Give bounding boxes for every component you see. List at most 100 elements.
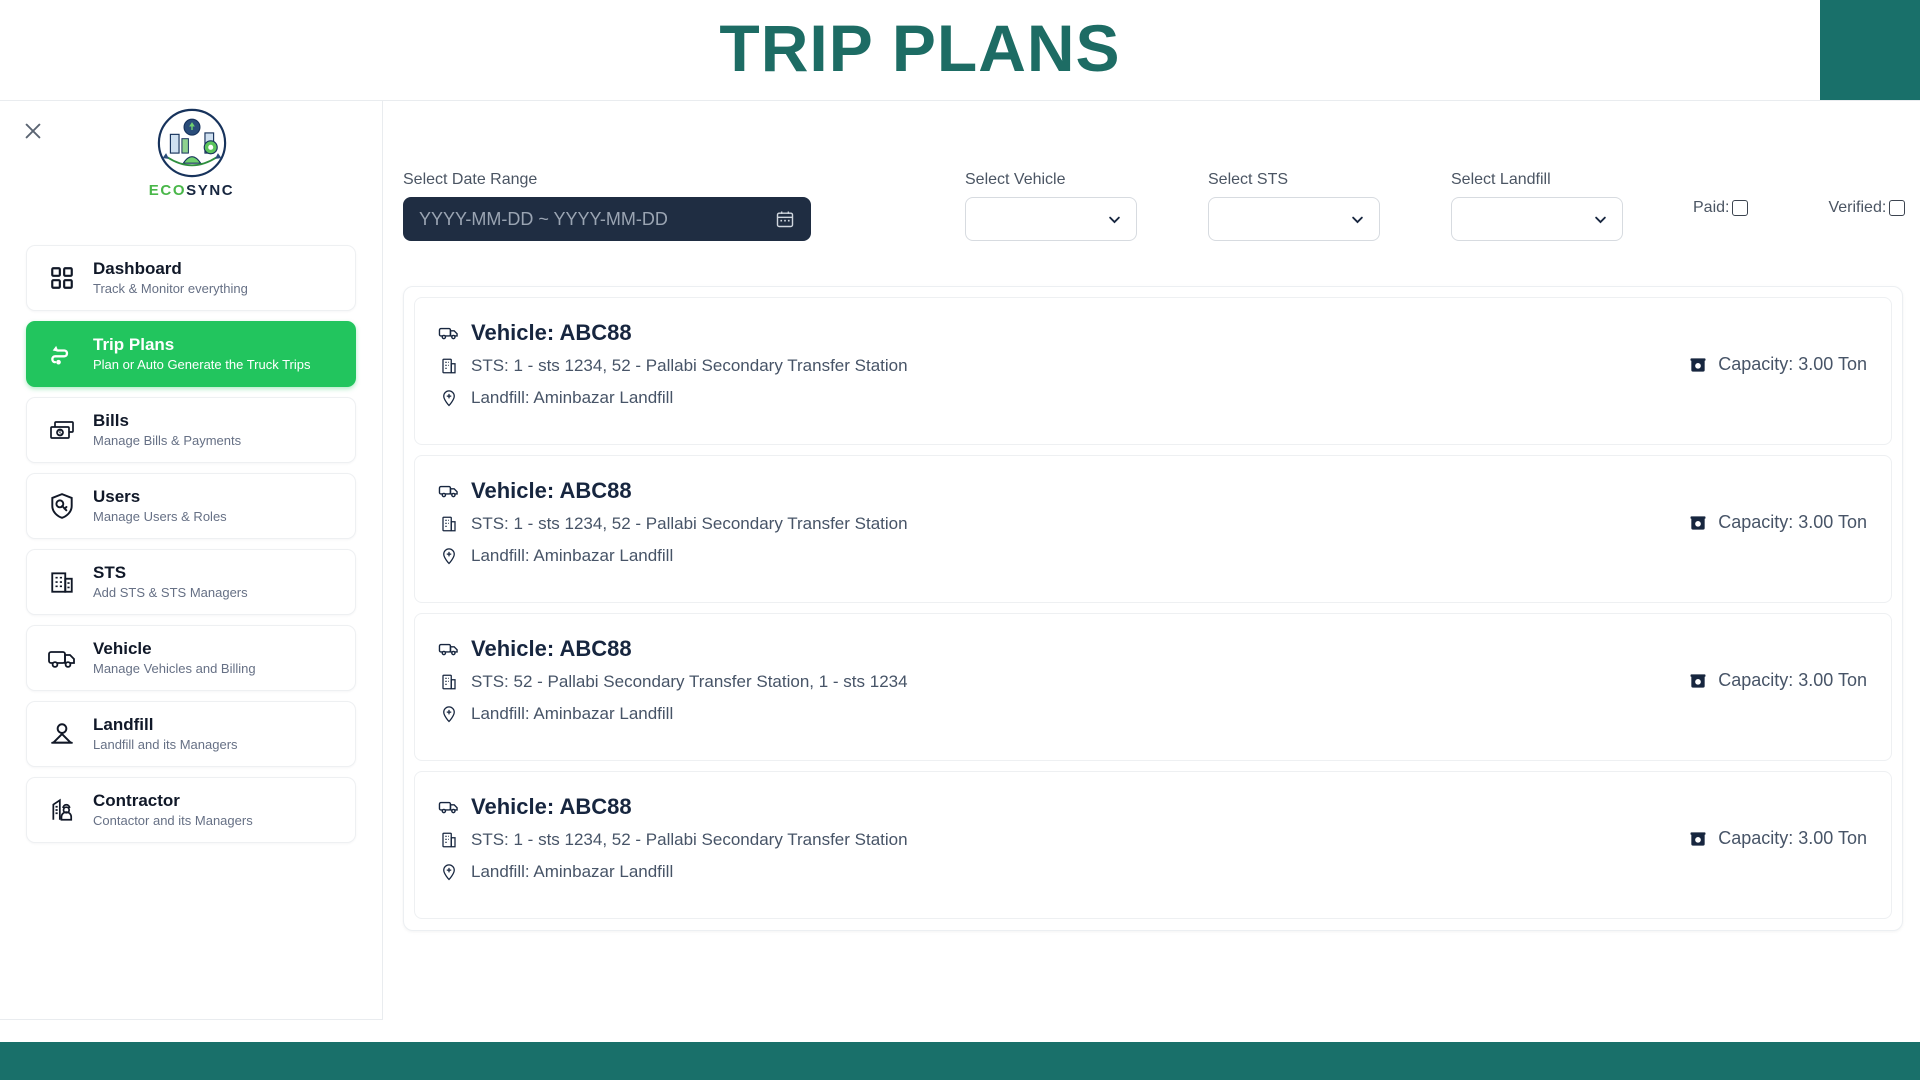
trip-vehicle-row: Vehicle: ABC88 [437, 632, 1869, 666]
trip-capacity-text: Capacity: 3.00 Ton [1718, 512, 1867, 532]
building-icon [437, 830, 461, 850]
sidebar-item-dashboard[interactable]: Dashboard Track & Monitor everything [26, 245, 356, 311]
person-pin-icon [45, 717, 79, 751]
sidebar-item-title: Dashboard [93, 259, 182, 278]
verified-checkbox[interactable] [1889, 200, 1906, 216]
page-title: TRIP PLANS [719, 11, 1121, 85]
chevron-down-icon [1350, 212, 1365, 227]
sidebar-item-title: Contractor [93, 791, 180, 810]
brand-sync-text: SYNC [186, 182, 235, 199]
trip-capacity: Capacity: 3.00 Ton [1686, 512, 1867, 533]
trip-landfill-row: Landfill: Aminbazar Landfill [437, 856, 1869, 888]
sidebar-item-subtitle: Manage Vehicles and Billing [93, 661, 256, 676]
route-icon [45, 337, 79, 371]
trip-landfill-row: Landfill: Aminbazar Landfill [437, 382, 1869, 414]
map-pin-icon [437, 704, 461, 724]
landfill-select[interactable] [1451, 197, 1623, 241]
building-icon [437, 672, 461, 692]
main-content: Select Date Range YYYY-MM-DD ~ YYYY-MM-D… [383, 100, 1920, 1020]
app-root: TRIP PLANS ECOSYNC Dashboard Track & Mon… [0, 0, 1920, 1080]
trip-vehicle-row: Vehicle: ABC88 [437, 474, 1869, 508]
verified-label: Verified: [1828, 199, 1887, 216]
waste-bin-icon [1686, 355, 1710, 375]
trip-vehicle-title: Vehicle: ABC88 [471, 320, 632, 345]
landfill-filter: Select Landfill [1451, 171, 1623, 241]
trip-sts-row: STS: 52 - Pallabi Secondary Transfer Sta… [437, 666, 1869, 698]
sidebar-item-bills[interactable]: $ Bills Manage Bills & Payments [26, 397, 356, 463]
sidebar-nav: Dashboard Track & Monitor everything Tri… [0, 223, 382, 843]
truck-icon [437, 798, 461, 816]
truck-icon [45, 641, 79, 675]
waste-bin-icon [1686, 829, 1710, 849]
map-pin-icon [437, 546, 461, 566]
sidebar-item-vehicle[interactable]: Vehicle Manage Vehicles and Billing [26, 625, 356, 691]
sidebar-item-subtitle: Add STS & STS Managers [93, 585, 248, 600]
trip-landfill-text: Landfill: Aminbazar Landfill [471, 388, 674, 407]
truck-icon [437, 640, 461, 658]
sts-filter: Select STS [1208, 171, 1380, 241]
chevron-down-icon [1593, 212, 1608, 227]
trip-capacity-text: Capacity: 3.00 Ton [1718, 828, 1867, 848]
date-range-filter: Select Date Range YYYY-MM-DD ~ YYYY-MM-D… [403, 171, 811, 241]
vehicle-filter-label: Select Vehicle [965, 171, 1066, 188]
sidebar-item-subtitle: Plan or Auto Generate the Truck Trips [93, 357, 311, 372]
trip-vehicle-title: Vehicle: ABC88 [471, 478, 632, 503]
sidebar-item-title: Bills [93, 411, 129, 430]
trip-landfill-text: Landfill: Aminbazar Landfill [471, 704, 674, 723]
sidebar-item-users[interactable]: Users Manage Users & Roles [26, 473, 356, 539]
trip-sts-row: STS: 1 - sts 1234, 52 - Pallabi Secondar… [437, 824, 1869, 856]
paid-filter[interactable]: Paid: [1693, 199, 1749, 217]
filter-bar: Select Date Range YYYY-MM-DD ~ YYYY-MM-D… [403, 171, 1906, 259]
shield-key-icon [45, 489, 79, 523]
date-range-input[interactable]: YYYY-MM-DD ~ YYYY-MM-DD [403, 197, 811, 241]
sidebar-item-landfill[interactable]: Landfill Landfill and its Managers [26, 701, 356, 767]
building-icon [437, 356, 461, 376]
sidebar-item-sts[interactable]: STS Add STS & STS Managers [26, 549, 356, 615]
trip-vehicle-row: Vehicle: ABC88 [437, 316, 1869, 350]
waste-bin-icon [1686, 671, 1710, 691]
brand-eco-text: ECO [148, 182, 187, 199]
vehicle-filter: Select Vehicle [965, 171, 1137, 241]
brand-name: ECOSYNC [149, 182, 234, 199]
sts-filter-label: Select STS [1208, 171, 1289, 188]
trip-vehicle-title: Vehicle: ABC88 [471, 636, 632, 661]
ecosync-logo-icon [157, 108, 226, 178]
trip-sts-text: STS: 1 - sts 1234, 52 - Pallabi Secondar… [471, 830, 908, 849]
calendar-icon[interactable] [775, 209, 795, 229]
trip-capacity: Capacity: 3.00 Ton [1686, 828, 1867, 849]
truck-icon [437, 324, 461, 342]
sidebar-item-subtitle: Manage Users & Roles [93, 509, 227, 524]
chevron-down-icon [1107, 212, 1122, 227]
sidebar: ECOSYNC Dashboard Track & Monitor everyt… [0, 100, 383, 1020]
paid-checkbox[interactable] [1732, 200, 1749, 216]
sidebar-item-subtitle: Contactor and its Managers [93, 813, 253, 828]
trip-landfill-text: Landfill: Aminbazar Landfill [471, 546, 674, 565]
trip-card[interactable]: Vehicle: ABC88 STS: 1 - sts 1234, 52 - P… [414, 297, 1892, 445]
trip-capacity-text: Capacity: 3.00 Ton [1718, 354, 1867, 374]
trip-capacity: Capacity: 3.00 Ton [1686, 670, 1867, 691]
sidebar-item-title: Trip Plans [93, 335, 175, 354]
landfill-filter-label: Select Landfill [1451, 171, 1551, 188]
sts-select[interactable] [1208, 197, 1380, 241]
trip-sts-text: STS: 1 - sts 1234, 52 - Pallabi Secondar… [471, 356, 908, 375]
sidebar-item-title: Landfill [93, 715, 154, 734]
sidebar-item-title: STS [93, 563, 127, 582]
paid-label: Paid: [1693, 199, 1730, 216]
verified-filter[interactable]: Verified: [1828, 199, 1906, 217]
waste-bin-icon [1686, 513, 1710, 533]
vehicle-select[interactable] [965, 197, 1137, 241]
trip-vehicle-title: Vehicle: ABC88 [471, 794, 632, 819]
sidebar-item-contractor[interactable]: Contractor Contactor and its Managers [26, 777, 356, 843]
trip-landfill-row: Landfill: Aminbazar Landfill [437, 698, 1869, 730]
sidebar-item-subtitle: Track & Monitor everything [93, 281, 248, 296]
footer-bar [0, 1042, 1920, 1080]
trip-capacity: Capacity: 3.00 Ton [1686, 354, 1867, 375]
trip-card[interactable]: Vehicle: ABC88 STS: 1 - sts 1234, 52 - P… [414, 455, 1892, 603]
trip-card[interactable]: Vehicle: ABC88 STS: 1 - sts 1234, 52 - P… [414, 771, 1892, 919]
trip-card[interactable]: Vehicle: ABC88 STS: 52 - Pallabi Seconda… [414, 613, 1892, 761]
sidebar-item-trip-plans[interactable]: Trip Plans Plan or Auto Generate the Tru… [26, 321, 356, 387]
sidebar-item-title: Users [93, 487, 141, 506]
map-pin-icon [437, 388, 461, 408]
brand-logo-block: ECOSYNC [0, 107, 383, 199]
trip-sts-row: STS: 1 - sts 1234, 52 - Pallabi Secondar… [437, 350, 1869, 382]
